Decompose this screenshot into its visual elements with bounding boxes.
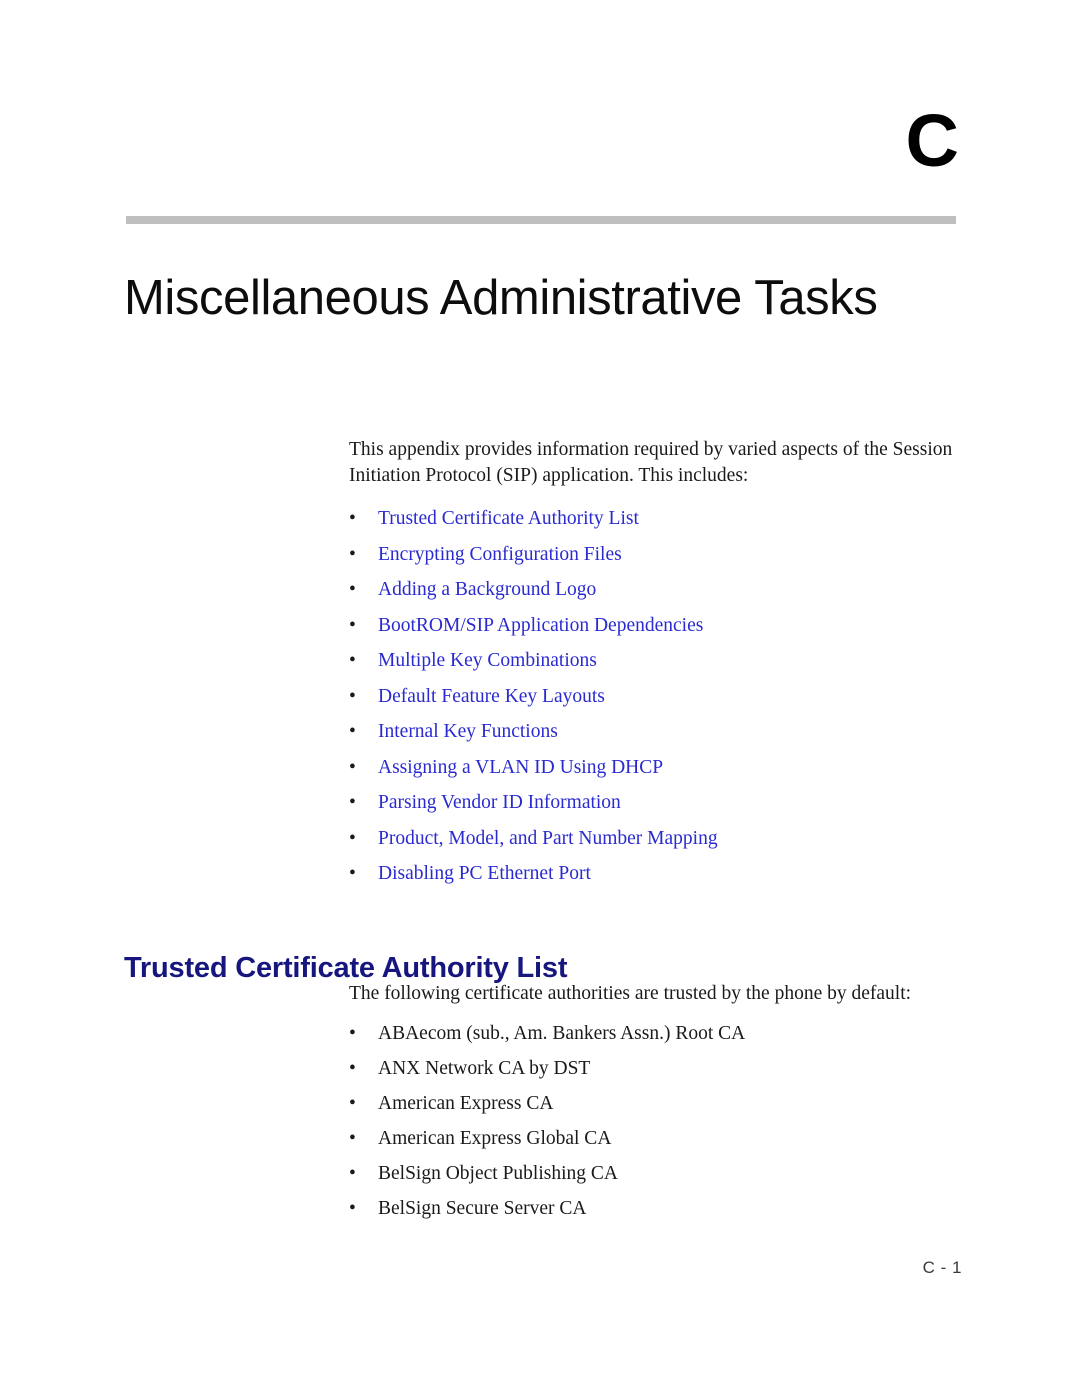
- bullet-dot-icon: •: [349, 579, 356, 600]
- ca-entry-5: BelSign Secure Server CA: [378, 1198, 587, 1219]
- ca-entry-1: ANX Network CA by DST: [378, 1058, 591, 1079]
- bullet-dot-icon: •: [349, 863, 356, 884]
- list-item[interactable]: • Trusted Certificate Authority List: [349, 507, 953, 530]
- bullet-dot-icon: •: [349, 685, 356, 707]
- ca-entry-3: American Express Global CA: [378, 1128, 612, 1149]
- list-item[interactable]: • Product, Model, and Part Number Mapping: [349, 827, 953, 850]
- section-heading-trusted-ca-list: Trusted Certificate Authority List: [124, 952, 568, 985]
- trusted-ca-section: The following certificate authorities ar…: [349, 982, 969, 1232]
- list-item: • BelSign Object Publishing CA: [349, 1162, 969, 1185]
- toc-link-6[interactable]: Internal Key Functions: [378, 721, 558, 742]
- list-item: • American Express Global CA: [349, 1127, 969, 1150]
- page-number-footer: C - 1: [922, 1258, 962, 1277]
- list-item: • American Express CA: [349, 1092, 969, 1115]
- bullet-dot-icon: •: [349, 827, 356, 849]
- ca-entry-4: BelSign Object Publishing CA: [378, 1163, 618, 1184]
- toc-link-8[interactable]: Parsing Vendor ID Information: [378, 792, 621, 813]
- bullet-dot-icon: •: [349, 756, 356, 778]
- toc-link-4[interactable]: Multiple Key Combinations: [378, 650, 597, 671]
- list-item[interactable]: • Disabling PC Ethernet Port: [349, 862, 953, 885]
- appendix-contents-list: • Trusted Certificate Authority List • Encr…: [349, 507, 953, 885]
- ca-entry-2: American Express CA: [378, 1093, 554, 1114]
- toc-link-0[interactable]: Trusted Certificate Authority List: [378, 508, 639, 529]
- toc-link-5[interactable]: Default Feature Key Layouts: [378, 686, 605, 707]
- list-item[interactable]: • Adding a Background Logo: [349, 578, 953, 601]
- document-page: C Miscellaneous Administrative Tasks Thi…: [0, 0, 1080, 1397]
- list-item[interactable]: • Encrypting Configuration Files: [349, 543, 953, 566]
- trusted-ca-intro-paragraph: The following certificate authorities ar…: [349, 983, 912, 1004]
- list-item[interactable]: • Default Feature Key Layouts: [349, 685, 953, 708]
- list-item[interactable]: • Parsing Vendor ID Information: [349, 791, 953, 814]
- bullet-dot-icon: •: [349, 650, 356, 671]
- chapter-letter: C: [905, 99, 959, 182]
- bullet-dot-icon: •: [349, 614, 356, 636]
- toc-link-1[interactable]: Encrypting Configuration Files: [378, 544, 622, 565]
- bullet-dot-icon: •: [349, 721, 356, 742]
- bullet-dot-icon: •: [349, 508, 356, 529]
- bullet-dot-icon: •: [349, 1093, 356, 1114]
- list-item[interactable]: • Assigning a VLAN ID Using DHCP: [349, 756, 953, 779]
- list-item: • BelSign Secure Server CA: [349, 1197, 969, 1220]
- toc-link-3[interactable]: BootROM/SIP Application Dependencies: [378, 615, 703, 636]
- bullet-dot-icon: •: [349, 1023, 356, 1044]
- intro-section: This appendix provides information requi…: [349, 437, 953, 898]
- list-item: • ABAecom (sub., Am. Bankers Assn.) Root …: [349, 1022, 969, 1045]
- page-title: Miscellaneous Administrative Tasks: [124, 270, 878, 325]
- list-item: • ANX Network CA by DST: [349, 1057, 969, 1080]
- list-item[interactable]: • BootROM/SIP Application Dependencies: [349, 614, 953, 637]
- list-item[interactable]: • Internal Key Functions: [349, 720, 953, 743]
- toc-link-9[interactable]: Product, Model, and Part Number Mapping: [378, 828, 718, 849]
- bullet-dot-icon: •: [349, 792, 356, 813]
- title-divider-rule: [126, 216, 956, 224]
- bullet-dot-icon: •: [349, 543, 356, 565]
- bullet-dot-icon: •: [349, 1058, 356, 1079]
- bullet-dot-icon: •: [349, 1198, 356, 1219]
- list-item[interactable]: • Multiple Key Combinations: [349, 649, 953, 672]
- toc-link-2[interactable]: Adding a Background Logo: [378, 579, 596, 600]
- intro-paragraph: This appendix provides information requi…: [349, 439, 953, 486]
- bullet-dot-icon: •: [349, 1128, 356, 1149]
- toc-link-10[interactable]: Disabling PC Ethernet Port: [378, 863, 591, 884]
- trusted-ca-list: • ABAecom (sub., Am. Bankers Assn.) Root …: [349, 1022, 969, 1220]
- ca-entry-0: ABAecom (sub., Am. Bankers Assn.) Root C…: [378, 1023, 746, 1044]
- bullet-dot-icon: •: [349, 1163, 356, 1184]
- toc-link-7[interactable]: Assigning a VLAN ID Using DHCP: [378, 757, 663, 778]
